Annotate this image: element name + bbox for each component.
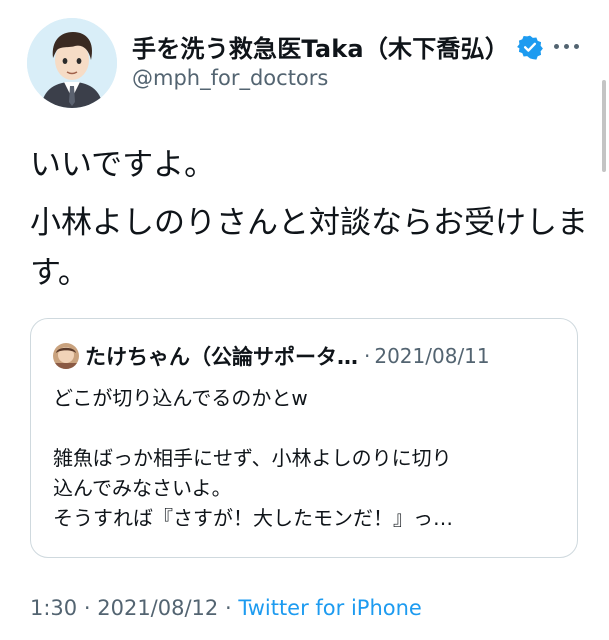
quoted-separator: ·: [364, 344, 371, 368]
verified-badge-icon: [517, 35, 543, 60]
tweet-metadata: 1:30 · 2021/08/12 · Twitter for iPhone: [30, 596, 422, 620]
quoted-line: 雑魚ばっか相手にせず、小林よしのりに切り: [53, 446, 452, 470]
tweet-source-link[interactable]: Twitter for iPhone: [238, 596, 422, 620]
tweet-paragraph: 小林よしのりさんと対談ならお受けします。: [30, 205, 588, 291]
more-dot: [574, 43, 579, 49]
quoted-line: どこが切り込んでるのかとw: [53, 386, 308, 410]
author-display-name[interactable]: 手を洗う救急医Taka（木下喬弘）: [132, 29, 509, 64]
tweet-text: いいですよ。 小林よしのりさんと対談ならお受けします。: [30, 140, 590, 298]
quoted-author-avatar[interactable]: [53, 343, 79, 369]
author-avatar[interactable]: [27, 18, 117, 108]
author-handle[interactable]: @mph_for_doctors: [132, 66, 328, 90]
quoted-tweet-text: どこが切り込んでるのかとw 雑魚ばっか相手にせず、小林よしのりに切り 込んでみな…: [53, 383, 557, 533]
more-options-icon[interactable]: [554, 42, 580, 50]
tweet-time[interactable]: 1:30: [30, 596, 77, 620]
more-dot: [564, 43, 569, 49]
quoted-line: 込んでみなさいよ。: [53, 476, 232, 500]
quoted-tweet-card[interactable]: たけちゃん（公論サポータ… · 2021/08/11 どこが切り込んでるのかとw…: [30, 318, 578, 558]
quoted-avatar-image: [53, 343, 79, 369]
meta-separator: ·: [224, 596, 232, 620]
quoted-author-name[interactable]: たけちゃん（公論サポータ…: [85, 341, 358, 371]
tweet-date[interactable]: 2021/08/12: [97, 596, 218, 620]
more-dot: [554, 43, 559, 49]
tweet-paragraph: いいですよ。: [30, 147, 216, 183]
avatar-illustration: [27, 18, 117, 108]
scrollbar[interactable]: [602, 80, 606, 172]
meta-separator: ·: [83, 596, 91, 620]
author-name-row[interactable]: 手を洗う救急医Taka（木下喬弘）: [132, 29, 543, 64]
quoted-date[interactable]: 2021/08/11: [374, 344, 489, 368]
quoted-tweet-header: たけちゃん（公論サポータ… · 2021/08/11: [53, 341, 490, 371]
quoted-line: そうすれば『さすが！大したモンだ！』っ…: [53, 506, 453, 530]
